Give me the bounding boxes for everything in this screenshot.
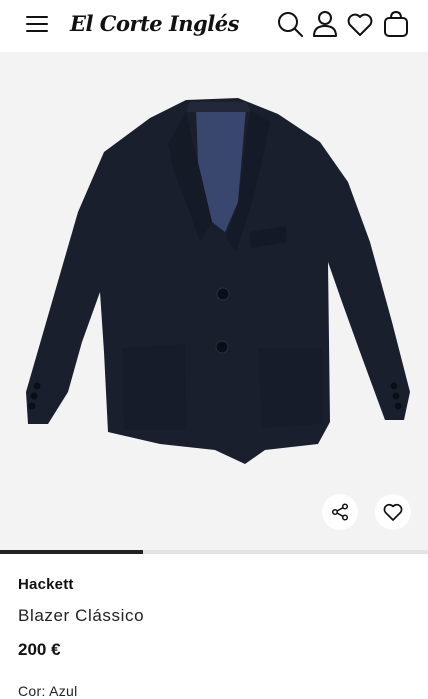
gallery-progress-fill — [0, 550, 143, 554]
color-label: Cor: — [18, 683, 46, 699]
share-icon — [331, 503, 349, 521]
share-button[interactable] — [322, 494, 358, 530]
product-title: Blazer Clássico — [18, 606, 145, 625]
top-header: El Corte Inglés — [0, 0, 428, 52]
product-gallery[interactable] — [0, 52, 428, 554]
product-price: 200 € — [18, 640, 61, 659]
menu-icon[interactable] — [24, 12, 52, 36]
site-logo[interactable]: El Corte Inglés — [70, 6, 239, 42]
bag-icon[interactable] — [381, 9, 411, 39]
user-icon[interactable] — [310, 9, 340, 39]
gallery-progress — [0, 550, 428, 554]
product-brand[interactable]: Hackett — [18, 576, 74, 593]
heart-icon[interactable] — [345, 9, 375, 39]
search-icon[interactable] — [275, 9, 305, 39]
color-value: Azul — [49, 683, 78, 699]
product-image — [26, 98, 410, 464]
wishlist-button[interactable] — [375, 494, 411, 530]
product-color: Cor: Azul — [18, 683, 78, 699]
heart-icon — [383, 503, 403, 521]
